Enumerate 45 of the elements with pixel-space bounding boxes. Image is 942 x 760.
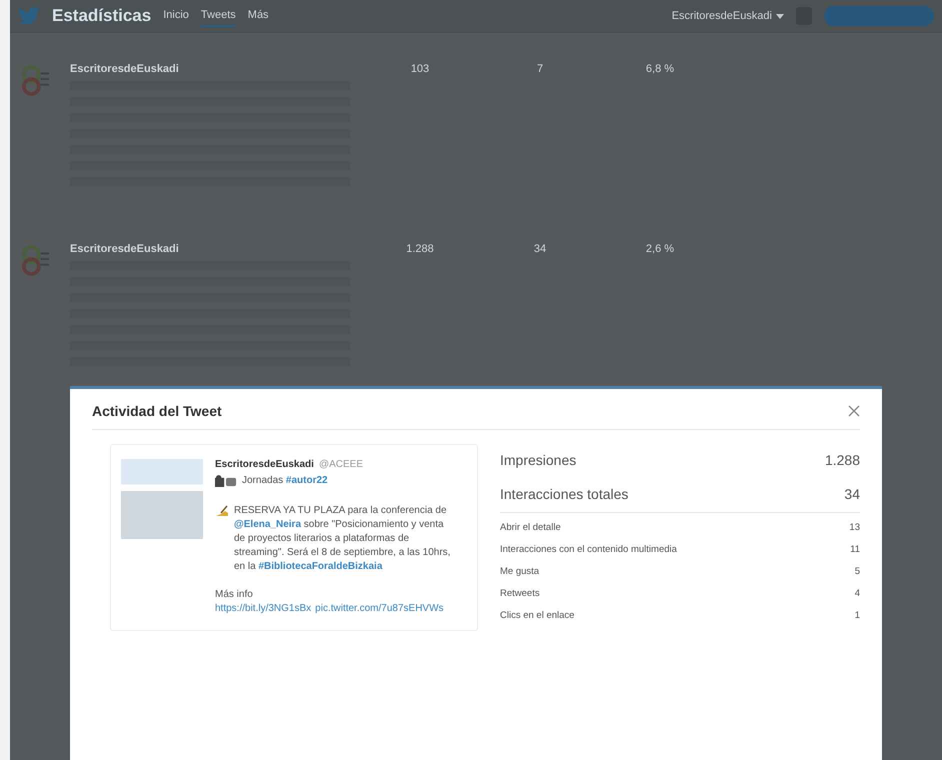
tweet-link[interactable]: #BibliotecaForaldeBizkaia [258,561,382,572]
nav-tab[interactable]: Inicio [163,5,189,27]
tweet-stat: 7 [536,63,544,75]
account-menu[interactable]: EscritoresdeEuskadi [672,10,772,22]
logo-icon [22,63,50,97]
hashtag-link[interactable]: #autor22 [286,475,328,486]
url-link[interactable]: https://bit.ly/3NG1sBx [215,603,312,614]
tweet-link[interactable]: @Elena_Neira [234,519,302,530]
logo-icon [22,243,50,277]
tweet-author: EscritoresdeEuskadi [215,459,314,470]
app-title: Estadísticas [52,6,152,26]
nav-tab[interactable]: Más [248,5,269,27]
nav-tab[interactable]: Tweets [200,5,236,27]
metric-label: Clics en el enlace [500,610,574,621]
tweet-handle: @ACEEE [318,459,363,470]
writing-hand-icon [215,505,229,517]
url-link[interactable]: pic.twitter.com/7u87sEHVWs [315,603,444,614]
metric-label: Impresiones [500,452,576,468]
tweet-stat: 6,8 % [644,63,676,75]
metric-label: Retweets [500,588,540,599]
tweet-stat: 103 [410,63,430,75]
metric-value: 34 [844,486,860,502]
tweet-stat: 1.288 [405,243,435,255]
metric-value: 13 [849,522,860,533]
caret-icon[interactable] [776,14,784,18]
tweet-author: EscritoresdeEuskadi [70,63,180,75]
metric-label: Me gusta [500,566,540,577]
tweet-text: RESERVA YA TU PLAZA para la conferencia de @Elena_Neira sobre "Posicionamiento y venta de proyectos literarios a plataformas de streaming". Será el 8 de septiembre, a las 10hrs, en la #BibliotecaForaldeBizkaia [234,504,452,574]
metric-label: Interacciones totales [500,486,628,502]
metric-value: 1.288 [824,452,860,468]
dialog-title: Actividad del Tweet [92,403,222,419]
metric-value: 4 [854,588,860,599]
tweet-footer-text: Más info https://bit.ly/3NG1sBx pic.twitter.com/7u87sEHVWs [215,588,445,616]
metric-value: 5 [854,566,860,577]
metric-value: 11 [850,544,860,555]
metric-value: 1 [854,610,860,621]
tweet-author: EscritoresdeEuskadi [70,243,180,255]
metric-label: Interacciones con el contenido multimedia [500,544,677,555]
metric-label: Abrir el detalle [500,522,561,533]
tweet-subtitle: Jornadas #autor22 [242,474,328,488]
bird-icon [18,7,40,25]
camera-icon [215,474,237,488]
tweet-stat: 34 [532,243,548,255]
close-icon[interactable] [848,405,860,417]
tweet-stat: 2,6 % [644,243,676,255]
